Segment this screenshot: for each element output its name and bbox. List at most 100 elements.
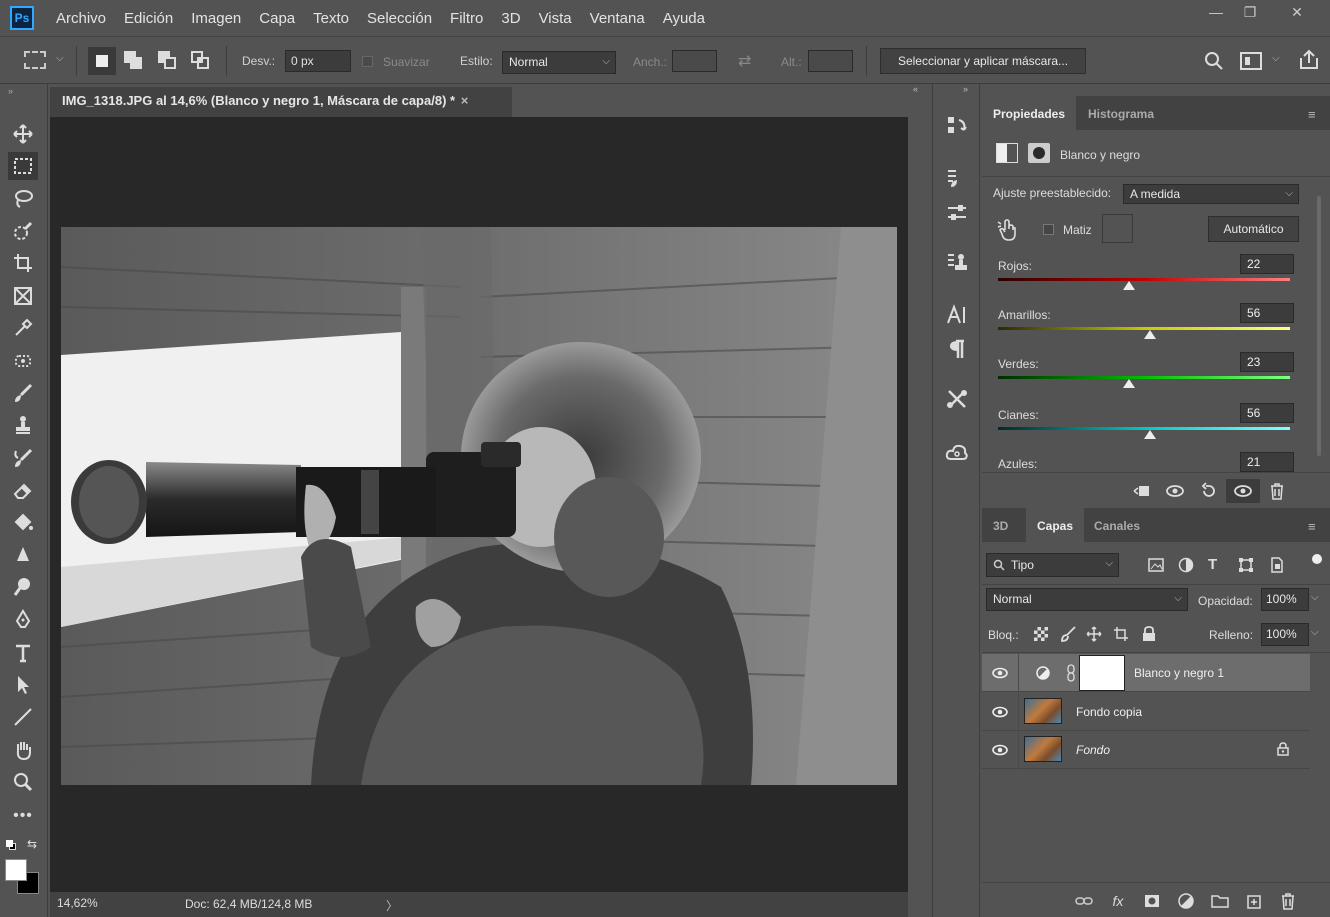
- history-brush-tool-icon[interactable]: [8, 444, 38, 472]
- select-and-mask-button[interactable]: Seleccionar y aplicar máscara...: [880, 48, 1086, 74]
- panel-menu-icon[interactable]: ≡: [1308, 519, 1316, 534]
- delete-layer-icon[interactable]: [1271, 889, 1305, 913]
- eraser-tool-icon[interactable]: [8, 476, 38, 504]
- character-icon[interactable]: [942, 300, 972, 330]
- menu-edicion[interactable]: Edición: [124, 10, 173, 27]
- style-dropdown[interactable]: Normal ⌵: [502, 51, 616, 74]
- share-icon[interactable]: [1298, 49, 1320, 74]
- filter-pixel-icon[interactable]: [1148, 557, 1164, 576]
- tint-checkbox[interactable]: [1043, 224, 1054, 235]
- cyans-input[interactable]: 56: [1240, 403, 1294, 423]
- frame-tool-icon[interactable]: [8, 282, 38, 310]
- view-previous-icon[interactable]: [1158, 479, 1192, 503]
- tab-3d[interactable]: 3D: [982, 508, 1019, 542]
- lock-transparent-icon[interactable]: [1034, 627, 1048, 641]
- reset-icon[interactable]: [1192, 479, 1226, 503]
- layer-row-fondo[interactable]: Fondo: [982, 731, 1310, 769]
- search-icon[interactable]: [1204, 51, 1224, 74]
- canvas-area[interactable]: [50, 117, 908, 892]
- fill-input[interactable]: 100%: [1261, 623, 1309, 646]
- expand-icon[interactable]: »: [963, 84, 968, 94]
- tab-histograma[interactable]: Histograma: [1077, 96, 1165, 130]
- brush-tool-icon[interactable]: [8, 379, 38, 407]
- swap-dimensions-icon[interactable]: ⇄: [738, 51, 751, 71]
- menu-capa[interactable]: Capa: [259, 10, 295, 27]
- new-adjustment-icon[interactable]: [1169, 889, 1203, 913]
- feather-input[interactable]: 0 px: [285, 50, 351, 72]
- filter-shape-icon[interactable]: [1238, 557, 1254, 576]
- yellows-thumb[interactable]: [1143, 330, 1156, 339]
- close-window-button[interactable]: ✕: [1277, 0, 1317, 24]
- antialias-checkbox[interactable]: [362, 56, 373, 67]
- tool-presets-icon[interactable]: [942, 384, 972, 414]
- paragraph-icon[interactable]: [942, 334, 972, 364]
- tab-capas[interactable]: Capas: [1026, 508, 1085, 542]
- chevron-down-icon[interactable]: ⌵: [1311, 592, 1319, 603]
- add-mask-icon[interactable]: [1135, 889, 1169, 913]
- preset-dropdown[interactable]: A medida ⌵: [1123, 184, 1299, 204]
- document-image[interactable]: [61, 227, 897, 785]
- zoom-tool-icon[interactable]: [8, 768, 38, 796]
- rectangular-marquee-tool-icon[interactable]: [8, 152, 38, 180]
- quick-selection-tool-icon[interactable]: [8, 217, 38, 245]
- brush-settings-icon[interactable]: [942, 164, 972, 194]
- menu-ayuda[interactable]: Ayuda: [663, 10, 705, 27]
- filter-type-icon[interactable]: T: [1208, 556, 1217, 573]
- healing-brush-tool-icon[interactable]: [8, 347, 38, 375]
- adjustment-icon[interactable]: [996, 143, 1018, 163]
- lock-position-icon[interactable]: [1086, 626, 1102, 645]
- clone-stamp-tool-icon[interactable]: [8, 411, 38, 439]
- clone-source-icon[interactable]: [942, 248, 972, 278]
- layer-filter-dropdown[interactable]: Tipo ⌵: [986, 553, 1119, 577]
- panel-menu-icon[interactable]: ≡: [1308, 107, 1316, 122]
- default-colors-icon[interactable]: [6, 840, 16, 850]
- scrollbar[interactable]: [1317, 196, 1321, 456]
- collapse-icon[interactable]: »: [8, 86, 13, 96]
- new-layer-icon[interactable]: [1237, 889, 1271, 913]
- new-selection-icon[interactable]: [88, 47, 116, 75]
- layer-row-blanco-y-negro[interactable]: Blanco y negro 1: [982, 654, 1310, 692]
- opacity-input[interactable]: 100%: [1261, 588, 1309, 611]
- layer-row-fondo-copia[interactable]: Fondo copia: [982, 693, 1310, 731]
- add-selection-icon[interactable]: [124, 51, 144, 71]
- targeted-adjustment-icon[interactable]: [997, 218, 1019, 245]
- reds-track[interactable]: [998, 278, 1290, 281]
- lock-all-icon[interactable]: [1142, 626, 1156, 645]
- hand-tool-icon[interactable]: [8, 736, 38, 764]
- menu-vista[interactable]: Vista: [539, 10, 572, 27]
- trash-icon[interactable]: [1260, 479, 1294, 503]
- visibility-eye-icon[interactable]: [992, 704, 1008, 720]
- zoom-level[interactable]: 14,62%: [57, 896, 98, 910]
- libraries-icon[interactable]: [942, 438, 972, 468]
- greens-input[interactable]: 23: [1240, 352, 1294, 372]
- menu-imagen[interactable]: Imagen: [191, 10, 241, 27]
- lasso-tool-icon[interactable]: [8, 184, 38, 212]
- reds-thumb[interactable]: [1123, 281, 1136, 290]
- subtract-selection-icon[interactable]: [158, 51, 178, 71]
- visibility-icon[interactable]: [1226, 479, 1260, 503]
- auto-button[interactable]: Automático: [1208, 216, 1299, 242]
- lock-artboard-icon[interactable]: [1113, 626, 1129, 645]
- line-tool-icon[interactable]: [8, 703, 38, 731]
- filter-toggle[interactable]: [1312, 554, 1322, 564]
- menu-3d[interactable]: 3D: [501, 10, 520, 27]
- adjustments-icon[interactable]: [942, 198, 972, 228]
- tab-propiedades[interactable]: Propiedades: [982, 96, 1077, 130]
- intersect-selection-icon[interactable]: [191, 51, 211, 71]
- blend-mode-dropdown[interactable]: Normal ⌵: [986, 588, 1188, 611]
- new-group-icon[interactable]: [1203, 889, 1237, 913]
- menu-seleccion[interactable]: Selección: [367, 10, 432, 27]
- more-tools-icon[interactable]: •••: [8, 802, 38, 830]
- tint-color-swatch[interactable]: [1102, 214, 1133, 243]
- swap-colors-icon[interactable]: ⇆: [27, 837, 37, 851]
- status-menu-arrow[interactable]: 〉: [386, 897, 398, 914]
- foreground-color-swatch[interactable]: [5, 859, 27, 881]
- workspace-icon[interactable]: [1240, 52, 1262, 70]
- crop-tool-icon[interactable]: [8, 249, 38, 277]
- menu-filtro[interactable]: Filtro: [450, 10, 483, 27]
- chevron-down-icon[interactable]: ⌵: [56, 53, 64, 64]
- photoshop-logo[interactable]: Ps: [10, 6, 34, 30]
- dodge-tool-icon[interactable]: [8, 573, 38, 601]
- lock-icon[interactable]: [1277, 742, 1289, 756]
- cyans-thumb[interactable]: [1143, 430, 1156, 439]
